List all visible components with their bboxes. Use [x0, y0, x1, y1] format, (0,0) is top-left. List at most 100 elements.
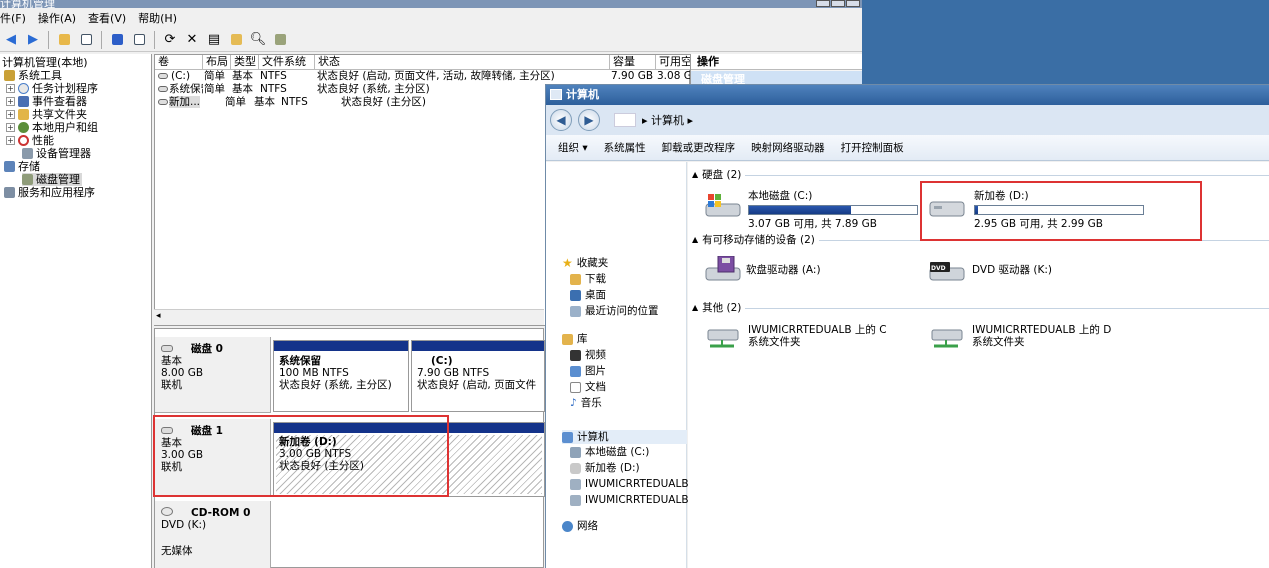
partition-system-reserved[interactable]: 系统保留 100 MB NTFS 状态良好 (系统, 主分区)	[273, 340, 409, 412]
open-folder-icon[interactable]	[227, 31, 245, 49]
nav-item-local-disk-c[interactable]: 本地磁盘 (C:)	[570, 445, 649, 459]
nav-item-favorites[interactable]: ★ 收藏夹	[562, 256, 608, 270]
horizontal-scrollbar[interactable]: ◂	[154, 309, 544, 325]
explorer-window: 计算机 ◀ ▶ ▸ 计算机 ▸ 组织 ▾ 系统属性 卸载或更改程序 映射网络驱动…	[545, 84, 1269, 568]
network-drive-icon	[707, 329, 739, 348]
uninstall-program-button[interactable]: 卸载或更改程序	[662, 140, 736, 155]
partition-d[interactable]: 新加卷 (D:) 3.00 GB NTFS 状态良好 (主分区)	[273, 422, 545, 497]
group-hard-disks[interactable]: ▲ 硬盘 (2)	[692, 168, 1269, 182]
drive-icon	[158, 99, 168, 105]
refresh-icon[interactable]: ⟳	[161, 31, 179, 49]
nav-item-network-drive-d[interactable]: IWUMICRRTEDUALB 上	[570, 493, 702, 507]
dvd-drive-tile[interactable]: DVD DVD 驱动器 (K:)	[928, 254, 1148, 294]
disk-1-label[interactable]: 磁盘 1 基本 3.00 GB 联机	[155, 419, 271, 497]
forward-button[interactable]: ▶	[578, 109, 600, 131]
delete-icon[interactable]: ✕	[183, 31, 201, 49]
actions-header: 操作	[691, 54, 862, 70]
forward-arrow-icon[interactable]: ▶	[24, 31, 42, 49]
expand-icon[interactable]: +	[6, 136, 15, 145]
local-disk-icon	[570, 446, 581, 458]
expand-icon[interactable]: +	[6, 123, 15, 132]
floppy-drive-icon	[705, 256, 741, 281]
tree-item-disk-management[interactable]: 磁盘管理	[22, 173, 82, 186]
disk-icon	[161, 427, 173, 434]
expand-icon[interactable]: +	[6, 84, 15, 93]
nav-item-pictures[interactable]: 图片	[570, 364, 606, 378]
explorer-title: 计算机	[566, 88, 599, 101]
nav-item-downloads[interactable]: 下载	[570, 272, 606, 286]
col-header-free[interactable]: 可用空	[656, 55, 691, 70]
nav-item-videos[interactable]: 视频	[570, 348, 606, 362]
explorer-title-bar: 计算机	[546, 85, 1269, 105]
device-manager-icon	[22, 148, 33, 159]
tree-item-task-scheduler[interactable]: + 任务计划程序	[6, 82, 98, 95]
nav-item-computer[interactable]: 计算机	[562, 430, 687, 444]
disk-settings-icon[interactable]	[271, 31, 289, 49]
tree-item-device-manager[interactable]: 设备管理器	[22, 147, 91, 160]
group-removable[interactable]: ▲ 有可移动存储的设备 (2)	[692, 233, 1269, 247]
properties-icon[interactable]: ▤	[205, 31, 223, 49]
open-control-panel-button[interactable]: 打开控制面板	[841, 140, 904, 155]
drive-c-tile[interactable]: 本地磁盘 (C:) 3.07 GB 可用, 共 7.89 GB	[704, 186, 924, 230]
tree-item-event-viewer[interactable]: + 事件查看器	[6, 95, 87, 108]
close-icon[interactable]	[846, 0, 860, 7]
help-icon[interactable]	[108, 31, 126, 49]
minimize-icon[interactable]	[816, 0, 830, 7]
nav-item-network-drive-c[interactable]: IWUMICRRTEDUALB 上	[570, 477, 702, 491]
expand-icon[interactable]: +	[6, 97, 15, 106]
nav-item-documents[interactable]: 文档	[570, 380, 606, 394]
system-properties-button[interactable]: 系统属性	[604, 140, 646, 155]
back-arrow-icon[interactable]: ◀	[2, 31, 20, 49]
network-icon	[562, 520, 573, 532]
menu-view[interactable]: 查看(V)	[88, 10, 126, 26]
capacity-fill-c	[749, 206, 852, 214]
floppy-drive-tile[interactable]: 软盘驱动器 (A:)	[704, 254, 924, 294]
tree-item-shared-folders[interactable]: + 共享文件夹	[6, 108, 87, 121]
network-drive-c-tile[interactable]: IWUMICRRTEDUALB 上的 C 系统文件夹	[704, 322, 924, 362]
nav-item-music[interactable]: ♪ 音乐	[570, 396, 602, 410]
up-folder-icon[interactable]	[55, 31, 73, 49]
tree-item-performance[interactable]: + 性能	[6, 134, 54, 147]
scroll-left-icon[interactable]: ◂	[156, 311, 161, 321]
disk-management-icon	[22, 174, 33, 185]
col-header-volume[interactable]: 卷	[155, 55, 203, 70]
expand-icon[interactable]: +	[6, 110, 15, 119]
network-drive-icon	[931, 329, 963, 348]
cdrom-0-label[interactable]: CD-ROM 0 DVD (K:) 无媒体	[155, 501, 271, 568]
nav-item-desktop[interactable]: 桌面	[570, 288, 606, 302]
tree-item-services[interactable]: 服务和应用程序	[4, 186, 95, 199]
disk-0-label[interactable]: 磁盘 0 基本 8.00 GB 联机	[155, 337, 271, 413]
nav-item-recent[interactable]: 最近访问的位置	[570, 304, 659, 318]
tree-item-root[interactable]: 计算机管理(本地)	[2, 56, 88, 69]
maximize-icon[interactable]	[831, 0, 845, 7]
col-header-filesystem[interactable]: 文件系统	[259, 55, 315, 70]
users-icon	[18, 122, 29, 133]
network-drive-d-tile[interactable]: IWUMICRRTEDUALB 上的 D 系统文件夹	[928, 322, 1148, 362]
partition-c[interactable]: (C:) 7.90 GB NTFS 状态良好 (启动, 页面文件	[411, 340, 545, 412]
col-header-layout[interactable]: 布局	[203, 55, 231, 70]
organize-button[interactable]: 组织 ▾	[558, 140, 588, 155]
menu-file[interactable]: 件(F)	[0, 10, 26, 26]
menu-action[interactable]: 操作(A)	[38, 10, 76, 26]
tree-item-system-tools[interactable]: 系统工具	[4, 69, 62, 82]
collapse-icon: ▲	[692, 303, 699, 312]
col-header-type[interactable]: 类型	[231, 55, 259, 70]
map-network-drive-button[interactable]: 映射网络驱动器	[751, 140, 825, 155]
properties-pane-icon[interactable]	[130, 31, 148, 49]
drive-d-tile[interactable]: 新加卷 (D:) 2.95 GB 可用, 共 2.99 GB	[928, 186, 1158, 230]
col-header-capacity[interactable]: 容量	[610, 55, 656, 70]
search-icon[interactable]: 🔍︎	[249, 31, 267, 49]
tree-item-storage[interactable]: 存储	[4, 160, 40, 173]
show-hide-tree-icon[interactable]	[77, 31, 95, 49]
tree-item-local-users[interactable]: + 本地用户和组	[6, 121, 98, 134]
video-icon	[570, 349, 581, 361]
nav-item-libraries[interactable]: 库	[562, 332, 588, 346]
back-button[interactable]: ◀	[550, 109, 572, 131]
nav-item-network[interactable]: 网络	[562, 519, 598, 533]
group-other[interactable]: ▲ 其他 (2)	[692, 301, 1269, 315]
music-icon: ♪	[570, 397, 577, 409]
col-header-status[interactable]: 状态	[315, 55, 610, 70]
menu-help[interactable]: 帮助(H)	[138, 10, 177, 26]
nav-item-drive-d[interactable]: 新加卷 (D:)	[570, 461, 640, 475]
address-breadcrumb[interactable]: ▸ 计算机 ▸	[642, 112, 693, 128]
